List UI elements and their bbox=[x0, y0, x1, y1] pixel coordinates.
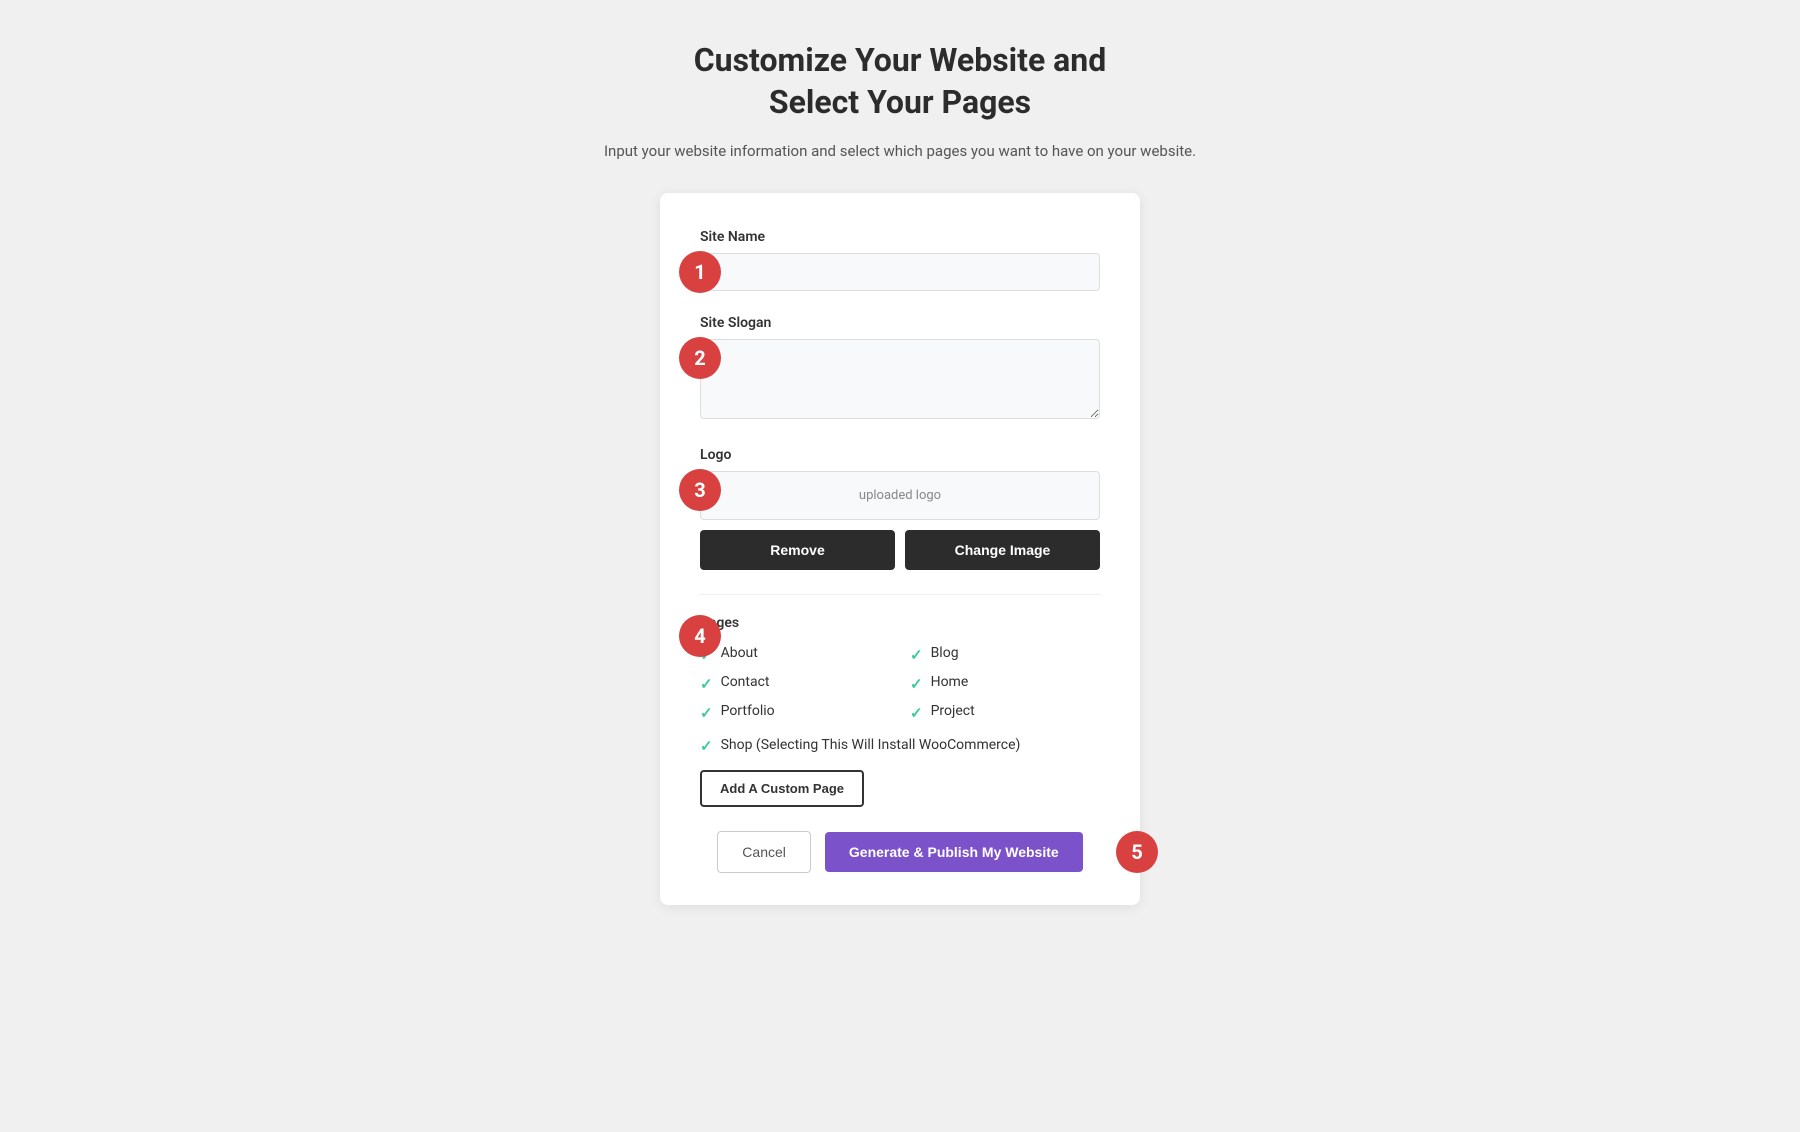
check-icon: ✓ bbox=[700, 704, 713, 722]
list-item: ✓ Portfolio bbox=[700, 703, 890, 722]
add-custom-page-button[interactable]: Add A Custom Page bbox=[700, 770, 864, 807]
logo-label: Logo bbox=[700, 447, 1100, 463]
page-blog[interactable]: Blog bbox=[931, 645, 959, 661]
form-card: 1 Site Name 2 Site Slogan 3 Logo uploade… bbox=[660, 193, 1140, 905]
page-header: Customize Your Website and Select Your P… bbox=[604, 40, 1196, 163]
check-icon: ✓ bbox=[910, 704, 923, 722]
site-name-section: 1 Site Name bbox=[700, 229, 1100, 291]
list-item: ✓ Contact bbox=[700, 674, 890, 693]
list-item: ✓ Home bbox=[910, 674, 1100, 693]
step-5-badge: 5 bbox=[1116, 831, 1158, 873]
page-subtitle: Input your website information and selec… bbox=[604, 139, 1196, 163]
list-item: ✓ Project bbox=[910, 703, 1100, 722]
step-4-badge: 4 bbox=[679, 615, 721, 657]
check-icon: ✓ bbox=[700, 737, 713, 755]
divider bbox=[700, 594, 1100, 595]
page-title: Customize Your Website and Select Your P… bbox=[604, 40, 1196, 123]
check-icon: ✓ bbox=[910, 675, 923, 693]
logo-buttons: Remove Change Image bbox=[700, 530, 1100, 570]
change-image-button[interactable]: Change Image bbox=[905, 530, 1100, 570]
list-item: ✓ Shop (Selecting This Will Install WooC… bbox=[700, 736, 1100, 756]
pages-grid: ✓ About ✓ Blog ✓ Contact ✓ Home ✓ Portfo… bbox=[700, 645, 1100, 722]
page-contact[interactable]: Contact bbox=[721, 674, 770, 690]
page-project[interactable]: Project bbox=[931, 703, 975, 719]
step-1-badge: 1 bbox=[679, 251, 721, 293]
page-portfolio[interactable]: Portfolio bbox=[721, 703, 775, 719]
site-slogan-section: 2 Site Slogan bbox=[700, 315, 1100, 423]
check-icon: ✓ bbox=[910, 646, 923, 664]
site-name-input[interactable] bbox=[700, 253, 1100, 291]
publish-button[interactable]: Generate & Publish My Website bbox=[825, 832, 1083, 872]
page-shop[interactable]: Shop (Selecting This Will Install WooCom… bbox=[721, 736, 1021, 756]
check-icon: ✓ bbox=[700, 675, 713, 693]
step-2-badge: 2 bbox=[679, 337, 721, 379]
logo-preview-text: uploaded logo bbox=[859, 488, 941, 503]
step-3-badge: 3 bbox=[679, 469, 721, 511]
site-slogan-input[interactable] bbox=[700, 339, 1100, 419]
logo-section: 3 Logo uploaded logo Remove Change Image bbox=[700, 447, 1100, 570]
list-item: ✓ Blog bbox=[910, 645, 1100, 664]
pages-section: 4 Pages ✓ About ✓ Blog ✓ Contact ✓ Home bbox=[700, 615, 1100, 807]
cancel-button[interactable]: Cancel bbox=[717, 831, 811, 873]
page-home[interactable]: Home bbox=[931, 674, 969, 690]
logo-preview: uploaded logo bbox=[700, 471, 1100, 520]
site-name-label: Site Name bbox=[700, 229, 1100, 245]
page-about[interactable]: About bbox=[721, 645, 758, 661]
remove-button[interactable]: Remove bbox=[700, 530, 895, 570]
form-actions: Cancel Generate & Publish My Website 5 bbox=[700, 831, 1100, 873]
pages-label: Pages bbox=[700, 615, 1100, 631]
list-item: ✓ About bbox=[700, 645, 890, 664]
site-slogan-label: Site Slogan bbox=[700, 315, 1100, 331]
